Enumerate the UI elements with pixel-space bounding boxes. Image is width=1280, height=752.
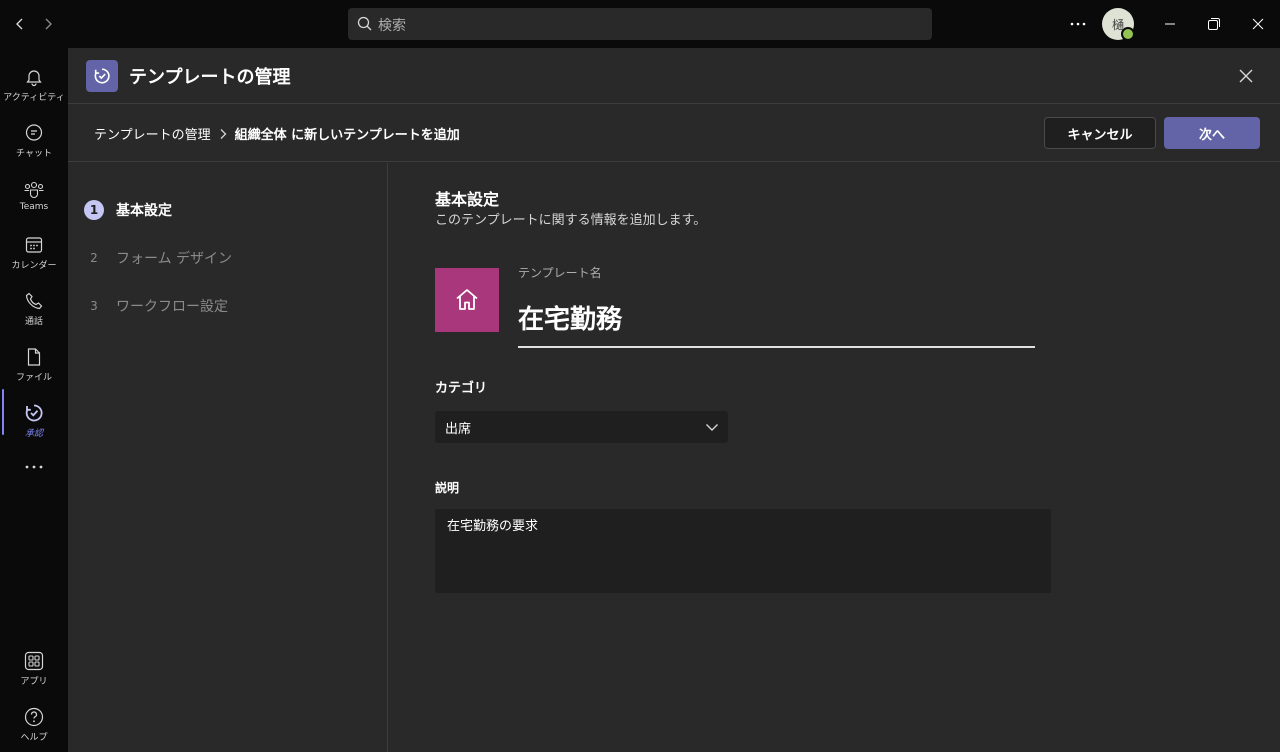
breadcrumb-current: 組織全体 に新しいテンプレートを追加 bbox=[234, 128, 460, 143]
rail-item-label: チャット bbox=[16, 149, 52, 159]
approvals-app-icon bbox=[86, 60, 118, 92]
restore-button[interactable] bbox=[1202, 12, 1226, 36]
search-placeholder: 検索 bbox=[378, 18, 406, 34]
section-subtitle: このテンプレートに関する情報を追加します。 bbox=[435, 213, 707, 228]
more-options-button[interactable] bbox=[1066, 12, 1090, 36]
rail-item-label: アプリ bbox=[20, 677, 48, 687]
page-title: テンプレートの管理 bbox=[129, 67, 291, 88]
rail-item-label: カレンダー bbox=[11, 261, 57, 271]
panel-header: テンプレートの管理 bbox=[68, 48, 1280, 104]
breadcrumb-root[interactable]: テンプレートの管理 bbox=[94, 124, 211, 143]
chevron-right-icon bbox=[218, 128, 228, 140]
minimize-icon bbox=[1165, 23, 1175, 25]
close-icon bbox=[1252, 18, 1264, 30]
apps-icon bbox=[24, 651, 44, 671]
description-field[interactable]: 在宅勤務の要求 bbox=[435, 509, 1051, 593]
teams-icon bbox=[24, 181, 44, 199]
restore-icon bbox=[1208, 18, 1220, 30]
rail-item-label: ヘルプ bbox=[20, 733, 48, 743]
chat-icon bbox=[25, 124, 43, 141]
title-bar: 検索 樋 bbox=[0, 0, 1280, 48]
rail-item-label: 通話 bbox=[24, 317, 43, 327]
step-form-design[interactable]: 2 フォーム デザイン bbox=[84, 248, 232, 268]
rail-more-button[interactable] bbox=[0, 450, 68, 506]
approvals-icon bbox=[94, 68, 110, 84]
bell-icon bbox=[26, 70, 42, 87]
more-dots-icon bbox=[1070, 22, 1086, 26]
rail-item-teams[interactable]: Teams bbox=[0, 170, 68, 226]
rail-item-activity[interactable]: アクティビティ bbox=[0, 58, 68, 114]
category-dropdown[interactable]: 出席 bbox=[435, 411, 728, 443]
breadcrumb: テンプレートの管理 組織全体 に新しいテンプレートを追加 bbox=[94, 124, 460, 143]
rail-item-files[interactable]: ファイル bbox=[0, 338, 68, 394]
chevron-right-icon bbox=[45, 18, 52, 30]
category-label: カテゴリ bbox=[435, 381, 488, 396]
template-name-label: テンプレート名 bbox=[518, 266, 602, 280]
rail-item-approvals[interactable]: 承認 bbox=[0, 394, 68, 450]
phone-icon bbox=[25, 292, 43, 310]
step-number: 1 bbox=[84, 200, 104, 220]
chevron-down-icon bbox=[702, 417, 722, 437]
close-icon bbox=[1239, 69, 1253, 83]
description-value: 在宅勤務の要求 bbox=[447, 519, 539, 534]
window-close-button[interactable] bbox=[1246, 12, 1270, 36]
rail-item-label: アクティビティ bbox=[3, 93, 65, 103]
manage-templates-panel: テンプレートの管理 テンプレートの管理 組織全体 に新しいテンプレートを追加 キ… bbox=[68, 48, 1280, 752]
back-button[interactable] bbox=[8, 12, 32, 36]
step-number: 2 bbox=[90, 251, 98, 265]
more-dots-icon bbox=[25, 465, 43, 469]
next-button[interactable]: 次へ bbox=[1164, 117, 1260, 149]
template-icon-picker[interactable] bbox=[435, 268, 499, 332]
presence-available-icon bbox=[1121, 27, 1135, 41]
chevron-left-icon bbox=[16, 18, 23, 30]
app-rail: アクティビティ チャット Teams カレンダー 通話 ファイル 承認 アプリ … bbox=[0, 48, 68, 752]
step-label: ワークフロー設定 bbox=[116, 299, 228, 315]
rail-item-apps[interactable]: アプリ bbox=[0, 642, 68, 698]
step-basic-settings[interactable]: 1 基本設定 bbox=[84, 200, 172, 220]
template-name-field[interactable]: 在宅勤務 bbox=[518, 299, 622, 336]
rail-item-calendar[interactable]: カレンダー bbox=[0, 226, 68, 282]
forward-button[interactable] bbox=[36, 12, 60, 36]
step-label: フォーム デザイン bbox=[116, 251, 233, 267]
close-panel-button[interactable] bbox=[1234, 64, 1258, 88]
step-workflow-settings[interactable]: 3 ワークフロー設定 bbox=[84, 296, 228, 316]
rail-item-label: ファイル bbox=[15, 373, 52, 383]
calendar-icon bbox=[25, 237, 43, 253]
step-number: 3 bbox=[90, 299, 98, 313]
rail-item-label: Teams bbox=[19, 202, 49, 212]
sub-header: テンプレートの管理 組織全体 に新しいテンプレートを追加 キャンセル 次へ bbox=[68, 105, 1280, 162]
help-icon bbox=[24, 707, 44, 727]
description-label: 説明 bbox=[435, 481, 460, 495]
file-icon bbox=[27, 348, 41, 366]
minimize-button[interactable] bbox=[1158, 12, 1182, 36]
approvals-icon bbox=[25, 404, 43, 422]
cancel-button[interactable]: キャンセル bbox=[1044, 117, 1156, 149]
template-name-underline bbox=[518, 346, 1035, 348]
step-label: 基本設定 bbox=[116, 203, 172, 219]
home-icon bbox=[456, 289, 478, 310]
rail-item-chat[interactable]: チャット bbox=[0, 114, 68, 170]
wizard-steps: 1 基本設定 2 フォーム デザイン 3 ワークフロー設定 bbox=[68, 163, 388, 752]
rail-item-label: 承認 bbox=[24, 429, 43, 439]
search-input[interactable]: 検索 bbox=[348, 8, 932, 40]
basic-settings-form: 基本設定 このテンプレートに関する情報を追加します。 テンプレート名 在宅勤務 … bbox=[389, 163, 1280, 752]
category-value: 出席 bbox=[445, 422, 472, 437]
rail-item-help[interactable]: ヘルプ bbox=[0, 698, 68, 752]
search-icon bbox=[357, 16, 372, 31]
section-title: 基本設定 bbox=[435, 190, 500, 209]
rail-item-calls[interactable]: 通話 bbox=[0, 282, 68, 338]
